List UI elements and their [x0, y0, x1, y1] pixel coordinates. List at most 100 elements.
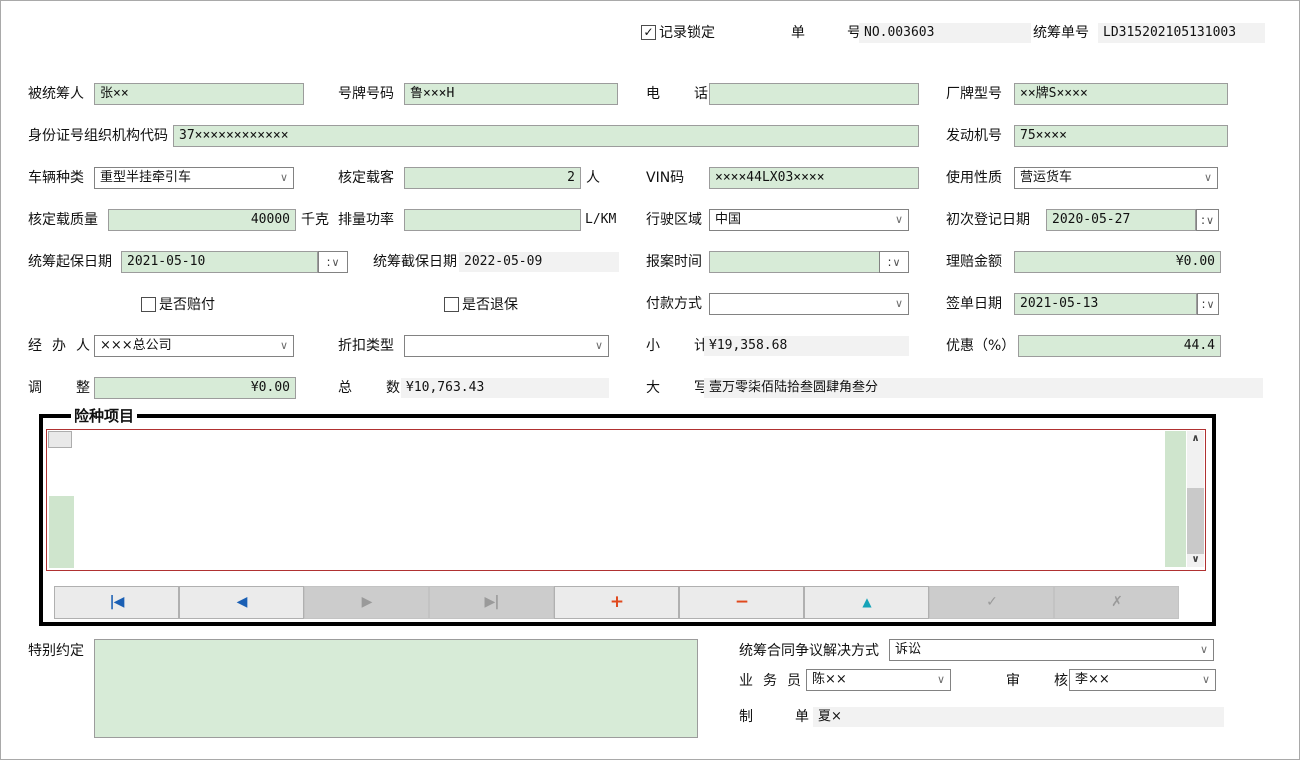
seating-unit: 人 [586, 170, 600, 186]
nav-cancel-button: ✗ [1054, 586, 1179, 619]
region-select[interactable]: 中国∨ [709, 209, 909, 231]
chevron-down-icon: ∨ [895, 210, 903, 230]
dispute-resolution-select[interactable]: 诉讼∨ [889, 639, 1214, 661]
doc-no-label: 单号 [791, 25, 861, 41]
is-surrender-label: 是否退保 [462, 297, 518, 313]
subtotal-label: 小计 [646, 338, 708, 354]
region-label: 行驶区域 [646, 212, 702, 228]
first-record-icon: |◀ [110, 594, 124, 610]
phone-input[interactable] [709, 83, 919, 105]
delete-record-icon: − [735, 592, 748, 612]
report-time-input[interactable] [709, 251, 881, 273]
special-terms-textarea[interactable] [94, 639, 698, 738]
tc-no-label: 统筹单号 [1033, 25, 1089, 41]
payment-method-select[interactable]: ∨ [709, 293, 909, 315]
is-surrender-checkbox[interactable] [444, 297, 459, 312]
chevron-down-icon: ∨ [1202, 670, 1210, 690]
handler-select[interactable]: ×××总公司∨ [94, 335, 294, 357]
vehicle-type-label: 车辆种类 [28, 170, 84, 186]
post-edit-icon: ✓ [986, 594, 997, 610]
brand-input[interactable]: ××牌S×××× [1014, 83, 1228, 105]
chevron-down-icon: ∨ [1206, 214, 1214, 227]
chevron-down-icon: ∨ [1200, 640, 1208, 660]
salesman-label: 业务员 [739, 673, 801, 689]
prior-record-icon: ◀ [237, 594, 247, 610]
plate-input[interactable]: 鲁×××H [404, 83, 618, 105]
discount-pct-label: 优惠（%） [946, 338, 1015, 354]
nav-first-button[interactable]: |◀ [54, 586, 179, 619]
load-mass-unit: 千克 [301, 212, 329, 228]
insured-input[interactable]: 张×× [94, 83, 304, 105]
chevron-down-icon: ∨ [1191, 554, 1199, 565]
last-record-icon: ▶| [485, 594, 499, 610]
chevron-down-icon: ∨ [1204, 168, 1212, 188]
load-mass-label: 核定载质量 [28, 212, 98, 228]
start-date-dropdown-button[interactable]: :∨ [318, 251, 348, 273]
edit-record-icon: ▲ [862, 595, 870, 609]
claim-amount-input[interactable]: ¥0.00 [1014, 251, 1221, 273]
scroll-up-button[interactable]: ∧ [1187, 431, 1204, 446]
nav-delete-button[interactable]: − [679, 586, 804, 619]
first-reg-date-dropdown-button[interactable]: :∨ [1196, 209, 1219, 231]
cancel-edit-icon: ✗ [1111, 594, 1122, 610]
chevron-down-icon: ∨ [937, 670, 945, 690]
vin-label: VIN码 [646, 170, 684, 186]
adjustment-label: 调整 [28, 380, 90, 396]
claim-amount-label: 理赔金额 [946, 254, 1002, 270]
sign-date-dropdown-button[interactable]: :∨ [1197, 293, 1219, 315]
engine-no-input[interactable]: 75×××× [1014, 125, 1228, 147]
nav-post-button: ✓ [929, 586, 1054, 619]
discount-pct-input[interactable]: 44.4 [1018, 335, 1221, 357]
chevron-down-icon: ∨ [1206, 298, 1214, 311]
id-code-label: 身份证号组织机构代码 [28, 128, 168, 144]
id-code-input[interactable]: 37×××××××××××× [173, 125, 919, 147]
scroll-down-button[interactable]: ∨ [1187, 552, 1204, 567]
risk-items-grid[interactable]: ∧ ∨ [46, 429, 1206, 571]
seating-label: 核定载客 [338, 170, 394, 186]
grid-corner-cell [48, 431, 72, 448]
engine-no-label: 发动机号 [946, 128, 1002, 144]
nav-last-button: ▶| [429, 586, 554, 619]
amount-words-label: 大写 [646, 380, 708, 396]
subtotal-field: ¥19,358.68 [704, 336, 909, 356]
policy-form-window: ✓ 记录锁定 单号 NO.003603 统筹单号 LD3152021051310… [0, 0, 1300, 760]
start-date-input[interactable]: 2021-05-10 [121, 251, 318, 273]
adjustment-input[interactable]: ¥0.00 [94, 377, 296, 399]
start-date-label: 统筹起保日期 [28, 254, 112, 270]
discount-type-label: 折扣类型 [338, 338, 394, 354]
reviewer-select[interactable]: 李××∨ [1069, 669, 1216, 691]
vin-input[interactable]: ××××44LX03×××× [709, 167, 919, 189]
next-record-icon: ▶ [362, 594, 372, 610]
report-time-dropdown-button[interactable]: :∨ [879, 251, 909, 273]
displacement-label: 排量功率 [338, 212, 394, 228]
first-reg-date-input[interactable]: 2020-05-27 [1046, 209, 1196, 231]
displacement-unit: L/KM [585, 212, 616, 228]
insured-label: 被统筹人 [28, 86, 84, 102]
first-reg-date-label: 初次登记日期 [946, 212, 1030, 228]
is-paid-label: 是否赔付 [159, 297, 215, 313]
discount-type-select[interactable]: ∨ [404, 335, 609, 357]
seating-input[interactable]: 2 [404, 167, 581, 189]
usage-select[interactable]: 营运货车∨ [1014, 167, 1218, 189]
grid-vertical-scrollbar[interactable]: ∧ ∨ [1187, 431, 1204, 567]
record-lock-checkbox[interactable]: ✓ [641, 25, 656, 40]
nav-edit-button[interactable]: ▲ [804, 586, 929, 619]
sign-date-input[interactable]: 2021-05-13 [1014, 293, 1197, 315]
vehicle-type-select[interactable]: 重型半挂牵引车∨ [94, 167, 294, 189]
total-field: ¥10,763.43 [401, 378, 609, 398]
chevron-down-icon: ∨ [892, 256, 900, 269]
usage-label: 使用性质 [946, 170, 1002, 186]
tc-no-field: LD315202105131003 [1098, 23, 1265, 43]
chevron-down-icon: ∨ [895, 294, 903, 314]
salesman-select[interactable]: 陈××∨ [806, 669, 951, 691]
scrollbar-thumb[interactable] [1187, 488, 1204, 554]
special-terms-label: 特别约定 [28, 643, 84, 659]
risk-items-title: 险种项目 [71, 407, 137, 425]
nav-prior-button[interactable]: ◀ [179, 586, 304, 619]
load-mass-input[interactable]: 40000 [108, 209, 296, 231]
displacement-input[interactable] [404, 209, 581, 231]
nav-insert-button[interactable]: + [554, 586, 679, 619]
is-paid-checkbox[interactable] [141, 297, 156, 312]
amount-words-field: 壹万零柒佰陆拾叁圆肆角叁分 [704, 378, 1263, 398]
preparer-field: 夏× [813, 707, 1224, 727]
